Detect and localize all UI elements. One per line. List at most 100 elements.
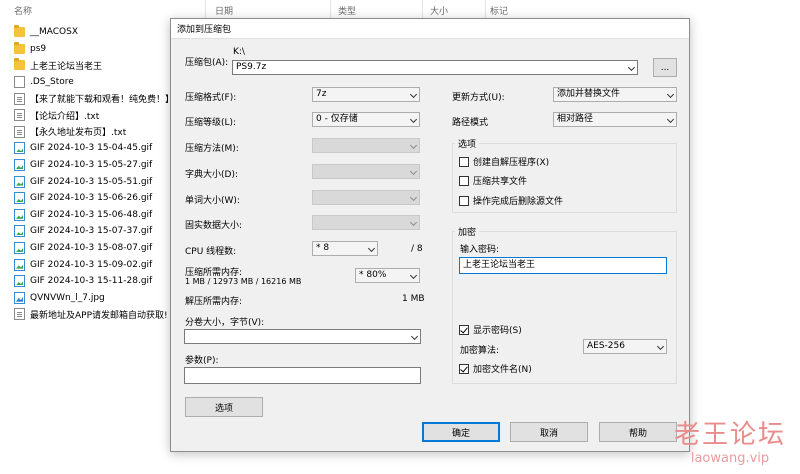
update-mode-value: 添加并替换文件 [557,89,621,99]
column-header: 名称 日期 类型 大小 标记 [0,0,800,20]
list-item[interactable]: __MACOSX [14,24,174,41]
show-password-checkbox[interactable]: 显示密码(S) [459,323,522,336]
list-item[interactable]: .DS_Store [14,74,174,91]
archive-name-combobox[interactable]: PS9.7z [232,60,638,75]
chevron-down-icon [409,271,418,280]
file-name: 上老王论坛当老王 [30,61,103,72]
create-sfx-checkbox[interactable]: 创建自解压程序(X) [459,155,549,168]
list-item[interactable]: GIF 2024-10-3 15-06-26.gif [14,190,174,207]
file-name: GIF 2024-10-3 15-08-07.gif [30,243,153,254]
image-file-icon [14,258,25,271]
dictionary-select [312,164,420,179]
archive-label: 压缩包(A): [185,58,229,68]
browse-button[interactable]: ... [653,58,677,77]
list-item[interactable]: 【永久地址发布页】.txt [14,124,174,141]
list-item[interactable]: GIF 2024-10-3 15-06-48.gif [14,207,174,224]
update-mode-select[interactable]: 添加并替换文件 [553,87,677,102]
checkbox-box[interactable] [459,363,469,374]
level-select[interactable]: 0 - 仅存储 [312,112,420,127]
list-item[interactable]: GIF 2024-10-3 15-11-28.gif [14,273,174,290]
shared-files-label: 压缩共享文件 [473,177,528,187]
cancel-button-label: 取消 [539,428,558,439]
options-group-title: 选项 [455,137,480,150]
update-mode-label: 更新方式(U): [452,93,505,103]
column-divider[interactable] [205,0,206,20]
file-name: GIF 2024-10-3 15-06-26.gif [30,193,153,204]
list-item[interactable]: ps9 [14,41,174,58]
list-item[interactable]: 【来了就能下载和观看！纯免费！】 [14,90,174,107]
help-button[interactable]: 帮助 [599,422,677,442]
list-item[interactable]: GIF 2024-10-3 15-04-45.gif [14,140,174,157]
chevron-down-icon[interactable] [627,63,636,72]
shared-files-checkbox[interactable]: 压缩共享文件 [459,174,527,187]
file-name: .DS_Store [30,77,74,88]
column-divider[interactable] [422,0,423,20]
image-file-icon [14,242,25,255]
encryption-method-select[interactable]: AES-256 [583,339,667,354]
column-divider[interactable] [485,0,486,20]
column-date[interactable]: 日期 [215,4,233,17]
encryption-method-label: 加密算法: [460,346,500,356]
file-name: GIF 2024-10-3 15-07-37.gif [30,226,153,237]
dialog-titlebar[interactable]: 添加到压缩包 [171,19,689,39]
text-file-icon [14,92,25,105]
level-label: 压缩等级(L): [185,118,237,128]
text-file-icon [14,125,25,138]
cancel-button[interactable]: 取消 [510,422,588,442]
chevron-down-icon [409,218,418,227]
chevron-down-icon [409,90,418,99]
checkbox-box[interactable] [459,175,469,186]
archive-name-value: PS9.7z [236,62,267,72]
list-item[interactable]: QVNVWn_l_7.jpg [14,290,174,307]
chevron-down-icon [666,90,675,99]
split-volume-combobox[interactable] [184,329,421,344]
list-item[interactable]: 最新地址及APP请发邮箱自动获取! [14,306,174,323]
encrypt-names-checkbox[interactable]: 加密文件名(N) [459,362,532,375]
parameters-input[interactable] [184,367,421,384]
level-value: 0 - 仅存储 [316,114,358,124]
parameters-label: 参数(P): [185,356,219,366]
browse-button-label: ... [660,62,670,73]
image-file-icon [14,291,25,304]
dialog-title: 添加到压缩包 [177,25,232,35]
column-tags[interactable]: 标记 [490,4,508,17]
file-name: GIF 2024-10-3 15-05-27.gif [30,160,153,171]
column-name[interactable]: 名称 [14,4,32,17]
file-name: 【论坛介绍】.txt [30,111,100,122]
list-item[interactable]: 上老王论坛当老王 [14,57,174,74]
column-size[interactable]: 大小 [430,4,448,17]
decompress-memory-label: 解压所需内存: [185,297,243,307]
path-mode-select[interactable]: 相对路径 [553,112,677,127]
image-file-icon [14,192,25,205]
password-label: 输入密码: [460,245,500,255]
list-item[interactable]: GIF 2024-10-3 15-07-37.gif [14,223,174,240]
memory-usage-value: * 80% [359,270,387,280]
checkbox-box[interactable] [459,156,469,167]
add-to-archive-dialog: 添加到压缩包 压缩包(A): K:\ PS9.7z ... 压缩格式(F): 7… [170,18,690,452]
threads-label: CPU 线程数: [185,247,237,257]
threads-select[interactable]: * 8 [312,241,378,256]
encryption-method-value: AES-256 [587,341,625,351]
format-select[interactable]: 7z [312,87,420,102]
list-item[interactable]: 【论坛介绍】.txt [14,107,174,124]
password-input[interactable]: 上老王论坛当老王 [459,257,667,274]
list-item[interactable]: GIF 2024-10-3 15-05-51.gif [14,173,174,190]
chevron-down-icon [409,167,418,176]
options-button[interactable]: 选项 [185,397,263,417]
format-label: 压缩格式(F): [185,93,237,103]
chevron-down-icon [666,115,675,124]
list-item[interactable]: GIF 2024-10-3 15-05-27.gif [14,157,174,174]
format-value: 7z [316,89,327,99]
list-item[interactable]: GIF 2024-10-3 15-08-07.gif [14,240,174,257]
memory-usage-select[interactable]: * 80% [355,268,420,283]
column-type[interactable]: 类型 [338,4,356,17]
ok-button[interactable]: 确定 [422,422,500,442]
checkbox-box[interactable] [459,195,469,206]
file-name: GIF 2024-10-3 15-11-28.gif [30,276,153,287]
checkbox-box[interactable] [459,324,469,335]
delete-after-checkbox[interactable]: 操作完成后删除源文件 [459,194,563,207]
show-password-label: 显示密码(S) [473,326,522,336]
list-item[interactable]: GIF 2024-10-3 15-09-02.gif [14,256,174,273]
column-divider[interactable] [330,0,331,20]
file-name: 【来了就能下载和观看！纯免费！】 [30,95,175,106]
